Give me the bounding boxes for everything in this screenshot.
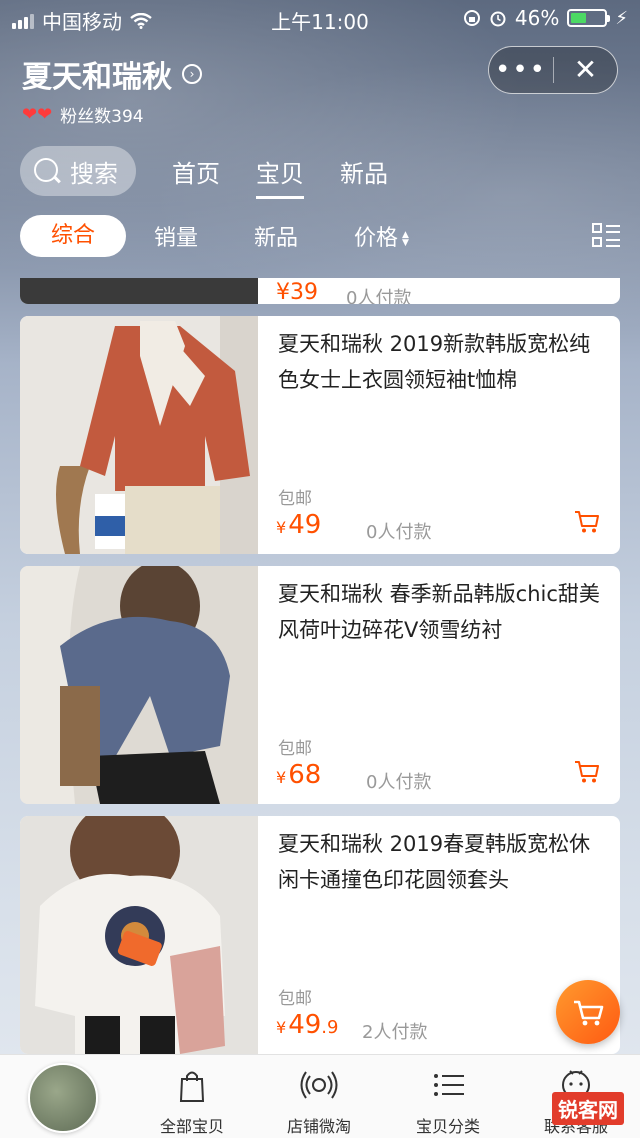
sort-arrows-icon: ▲ ▼ [402, 230, 409, 248]
product-price: ¥39 [276, 280, 318, 304]
mini-program-capsule: ••• ✕ [488, 46, 618, 94]
bottom-tab-label: 全部宝贝 [159, 1117, 224, 1136]
currency-symbol: ¥ [276, 1018, 287, 1037]
charging-icon: ⚡ [615, 7, 628, 29]
list-view-toggle-icon[interactable] [592, 223, 620, 249]
list-icon [434, 1074, 464, 1096]
bottom-tab-categories[interactable]: 宝贝分类 [388, 1065, 508, 1137]
currency-symbol: ¥ [276, 518, 287, 537]
shop-name-text: 夏天和瑞秋 [22, 60, 172, 95]
watermark-brand: 锐客网 [552, 1092, 624, 1125]
battery-icon [567, 9, 611, 27]
add-to-cart-icon[interactable] [574, 510, 600, 534]
tab-home[interactable]: 首页 [172, 154, 220, 189]
sort-bar: 综合 销量 新品 价格 ▲ ▼ [20, 215, 620, 257]
bottom-tab-bar: 全部宝贝 店铺微淘 宝贝分类 联系客服 [0, 1054, 640, 1138]
product-title: 夏天和瑞秋 2019新款韩版宽松纯色女士上衣圆领短袖t恤棉 [278, 332, 591, 392]
floating-cart-button[interactable] [556, 980, 620, 1044]
product-paid-count: 0人付款 [366, 772, 432, 793]
status-bar: 中国移动 上午11:00 46% ⚡ [0, 0, 640, 36]
broadcast-icon [300, 1071, 338, 1099]
add-to-cart-icon[interactable] [574, 760, 600, 784]
tab-items[interactable]: 宝贝 [256, 154, 304, 199]
product-card[interactable]: 夏天和瑞秋 春季新品韩版chic甜美风荷叶边碎花V领雪纺衬 包邮 ¥ 68 0人… [20, 566, 620, 804]
fans-count: 粉丝数394 [60, 107, 144, 127]
sort-comprehensive[interactable]: 综合 [20, 215, 126, 257]
product-card[interactable]: 夏天和瑞秋 2019春夏韩版宽松休闲卡通撞色印花圆领套头 包邮 ¥ 49 .9 … [20, 816, 620, 1054]
sort-price-label: 价格 [354, 226, 399, 251]
product-paid-count: 0人付款 [366, 522, 432, 543]
product-image [20, 816, 258, 1054]
close-button[interactable]: ✕ [554, 46, 617, 94]
chevron-right-icon: › [182, 64, 202, 84]
product-price: ¥ 49 [276, 510, 321, 540]
product-list: ¥39 0人付款 夏天和瑞秋 2019新款韩版宽松纯色女士上衣圆领短袖t恤棉 包… [20, 278, 620, 1054]
product-card[interactable]: 夏天和瑞秋 2019新款韩版宽松纯色女士上衣圆领短袖t恤棉 包邮 ¥ 49 0人… [20, 316, 620, 554]
cart-icon [574, 1000, 604, 1026]
search-button[interactable]: 搜索 [20, 146, 136, 196]
bottom-tab-all-items[interactable]: 全部宝贝 [132, 1065, 252, 1137]
product-card-partial[interactable]: ¥39 0人付款 [20, 278, 620, 304]
bottom-tab-label: 店铺微淘 [286, 1117, 351, 1136]
price-decimal: .9 [321, 1017, 339, 1038]
alarm-icon [490, 11, 506, 27]
search-label: 搜索 [70, 159, 118, 188]
product-image [20, 316, 258, 554]
tab-new[interactable]: 新品 [340, 154, 388, 189]
price-integer: 68 [288, 760, 322, 790]
more-button[interactable]: ••• [489, 46, 553, 94]
battery-percent: 46% [514, 6, 560, 30]
product-title: 夏天和瑞秋 2019春夏韩版宽松休闲卡通撞色印花圆领套头 [278, 832, 591, 892]
shopping-bag-icon [179, 1071, 205, 1102]
heart-icon: ❤❤ [22, 104, 53, 125]
free-shipping-label: 包邮 [278, 739, 312, 759]
watermark: 锐客网 [552, 1092, 624, 1125]
fans-row: ❤❤ 粉丝数394 [22, 102, 144, 127]
product-title: 夏天和瑞秋 春季新品韩版chic甜美风荷叶边碎花V领雪纺衬 [278, 582, 600, 642]
product-price: ¥ 49 .9 [276, 1010, 338, 1040]
bottom-tab-label: 宝贝分类 [415, 1117, 480, 1136]
rotation-lock-icon [463, 10, 480, 26]
price-integer: 49 [288, 1010, 322, 1040]
price-integer: 49 [288, 510, 322, 540]
product-paid-count: 2人付款 [362, 1022, 428, 1043]
sort-sales[interactable]: 销量 [154, 220, 198, 252]
sort-new[interactable]: 新品 [254, 220, 298, 252]
product-image [20, 278, 258, 304]
shop-name[interactable]: 夏天和瑞秋 › [22, 52, 202, 96]
shop-nav: 搜索 首页 宝贝 新品 [20, 146, 388, 199]
free-shipping-label: 包邮 [278, 989, 312, 1009]
shop-avatar[interactable] [28, 1063, 98, 1133]
sort-price[interactable]: 价格 ▲ ▼ [354, 220, 409, 252]
free-shipping-label: 包邮 [278, 489, 312, 509]
product-price: ¥ 68 [276, 760, 321, 790]
search-icon [32, 156, 62, 186]
product-image [20, 566, 258, 804]
product-paid-count: 0人付款 [346, 288, 412, 304]
bottom-tab-weitao[interactable]: 店铺微淘 [259, 1065, 379, 1137]
currency-symbol: ¥ [276, 768, 287, 787]
